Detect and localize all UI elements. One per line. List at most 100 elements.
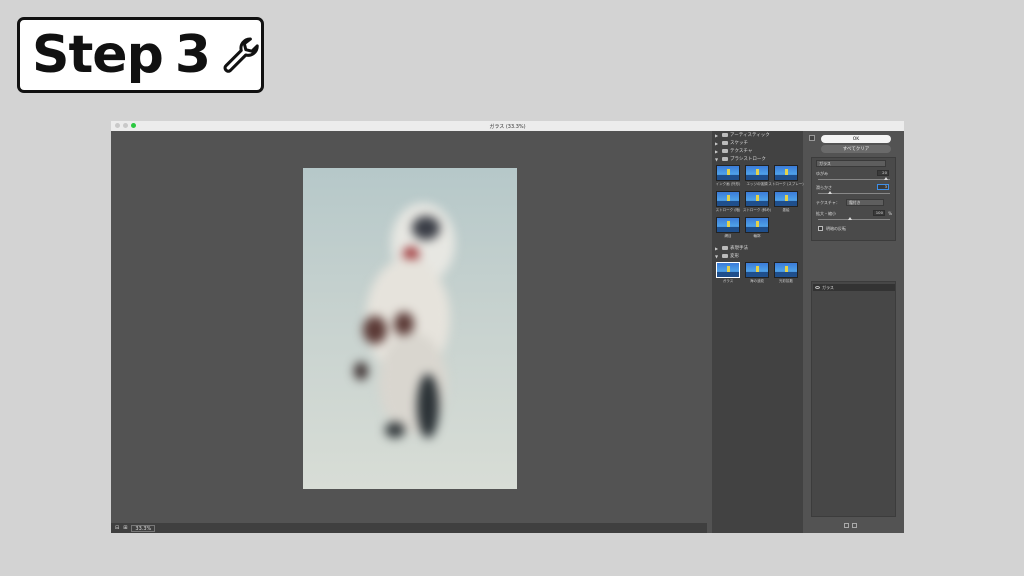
thumb-accented-edges[interactable]: エッジの強調 [744, 165, 770, 188]
title-bar: ガラス (33.3%) [111, 121, 904, 131]
collapse-gallery-button[interactable] [809, 135, 815, 141]
thumb-sumi-e[interactable]: 墨絵 [773, 191, 799, 214]
thumb-glass[interactable]: ガラス [715, 262, 741, 285]
thumb-diffuse-glow[interactable]: 光彩拡散 [773, 262, 799, 285]
thumb-image [716, 165, 740, 181]
effect-layer-list: ガラス [811, 281, 896, 517]
thumb-label: 光彩拡散 [779, 279, 793, 283]
folder-distort[interactable]: ▼ 変形 [712, 252, 803, 260]
folder-stylize[interactable]: ▶ 表現手法 [712, 244, 803, 252]
thumb-image [745, 191, 769, 207]
thumb-ink-outlines[interactable]: インク画 (外形) [715, 165, 741, 188]
smoothness-slider[interactable] [818, 191, 890, 194]
filter-select[interactable]: ガラス [816, 160, 886, 167]
settings-panel: OK すべてクリア ガラス ゆがみ 20 滑らかさ 3 テクスチャ： 霜付き 拡… [807, 131, 904, 533]
folder-icon [722, 246, 728, 250]
thumb-ocean-ripple[interactable]: 海の波紋 [744, 262, 770, 285]
new-effect-layer-icon[interactable] [844, 523, 849, 528]
invert-checkbox[interactable] [818, 226, 823, 231]
step-badge: Step 3 [17, 17, 264, 93]
thumb-image [745, 262, 769, 278]
chevron-right-icon: ▶ [715, 148, 719, 154]
zoom-in-button[interactable]: ⊞ [123, 525, 127, 531]
folder-icon [722, 141, 728, 145]
invert-label: 明暗の反転 [826, 226, 846, 231]
chevron-right-icon: ▶ [715, 132, 719, 138]
clear-all-button[interactable]: すべてクリア [821, 145, 891, 153]
filter-options: ガラス ゆがみ 20 滑らかさ 3 テクスチャ： 霜付き 拡大・縮小 100 %… [811, 157, 896, 241]
thumb-label: エッジの強調 [746, 182, 768, 186]
folder-texture[interactable]: ▶ テクスチャ [712, 147, 803, 155]
wrench-icon [223, 37, 259, 73]
thumb-label: 海の波紋 [750, 279, 764, 283]
thumb-label: ストローク (スプレー) [768, 182, 804, 186]
folder-label: 変形 [730, 254, 739, 259]
folder-icon [722, 157, 728, 161]
minimize-button[interactable] [123, 123, 128, 128]
scale-slider-knob[interactable] [848, 217, 852, 220]
folder-label: スケッチ [730, 141, 748, 146]
distortion-value-field[interactable]: 20 [877, 170, 889, 176]
folder-label: ブラシストローク [730, 157, 766, 162]
thumb-label: ガラス [722, 279, 734, 283]
distortion-label: ゆがみ [816, 171, 828, 176]
zoom-out-button[interactable]: ⊟ [115, 525, 119, 531]
chevron-right-icon: ▶ [715, 140, 719, 146]
zoom-level-field[interactable]: 33.3% [131, 524, 156, 532]
thumb-image [716, 262, 740, 278]
folder-artistic[interactable]: ▶ アーティスティック [712, 131, 803, 139]
texture-select[interactable]: 霜付き [846, 199, 884, 206]
distortion-slider-knob[interactable] [884, 177, 888, 180]
layer-label: ガラス [822, 285, 834, 290]
step-word: Step [32, 25, 164, 85]
thumb-image [745, 165, 769, 181]
effect-layer-glass[interactable]: ガラス [813, 284, 895, 291]
folder-label: 表現手法 [730, 246, 748, 251]
thumb-label: ストローク (斜め) [742, 208, 772, 212]
window-controls [115, 123, 136, 128]
filter-gallery-list[interactable]: ▶ アーティスティック ▶ スケッチ ▶ テクスチャ ▼ ブラシストローク インク画 (… [712, 131, 804, 533]
texture-label: テクスチャ： [816, 200, 840, 205]
scale-unit: % [888, 211, 892, 216]
brush-strokes-thumbnails: インク画 (外形) エッジの強調 ストローク (スプレー) ストローク (暗) … [712, 163, 804, 244]
thumb-crosshatch[interactable]: 網目 [715, 217, 741, 240]
scale-value-field[interactable]: 100 [873, 210, 885, 216]
chevron-down-icon: ▼ [715, 253, 719, 259]
scale-slider[interactable] [818, 217, 890, 220]
distortion-slider[interactable] [818, 177, 890, 180]
preview-canvas[interactable] [111, 131, 707, 523]
ok-button[interactable]: OK [821, 135, 891, 143]
thumb-spatter[interactable]: 輪郭 [744, 217, 770, 240]
smoothness-value-field[interactable]: 3 [877, 184, 889, 190]
thumb-sprayed-strokes[interactable]: ストローク (スプレー) [768, 165, 804, 188]
thumb-label: 網目 [724, 234, 732, 238]
thumb-dark-strokes[interactable]: ストローク (暗) [715, 191, 741, 214]
folder-icon [722, 254, 728, 258]
folder-brush-strokes[interactable]: ▼ ブラシストローク [712, 155, 803, 163]
chevron-right-icon: ▶ [715, 245, 719, 251]
thumb-image [716, 191, 740, 207]
folder-icon [722, 133, 728, 137]
folder-label: アーティスティック [730, 133, 770, 138]
trash-icon[interactable] [852, 523, 857, 528]
thumb-image [745, 217, 769, 233]
folder-sketch[interactable]: ▶ スケッチ [712, 139, 803, 147]
close-button[interactable] [115, 123, 120, 128]
smoothness-slider-knob[interactable] [828, 191, 832, 194]
filter-gallery-window: ガラス (33.3%) ⊟ ⊞ 33.3% ▶ アーティスティック ▶ スケッチ [111, 121, 904, 533]
step-number: 3 [174, 25, 211, 85]
eye-icon[interactable] [815, 286, 820, 289]
thumb-label: ストローク (暗) [715, 208, 741, 212]
thumb-label: 輪郭 [753, 234, 761, 238]
folder-label: テクスチャ [730, 149, 753, 154]
chevron-down-icon: ▼ [715, 156, 719, 162]
thumb-image [716, 217, 740, 233]
status-bar: ⊟ ⊞ 33.3% [111, 523, 707, 533]
thumb-label: インク画 (外形) [715, 182, 741, 186]
thumb-image [774, 262, 798, 278]
thumb-angled-strokes[interactable]: ストローク (斜め) [742, 191, 772, 214]
zoom-button[interactable] [131, 123, 136, 128]
thumb-image [774, 191, 798, 207]
thumb-image [774, 165, 798, 181]
thumb-label: 墨絵 [782, 208, 790, 212]
